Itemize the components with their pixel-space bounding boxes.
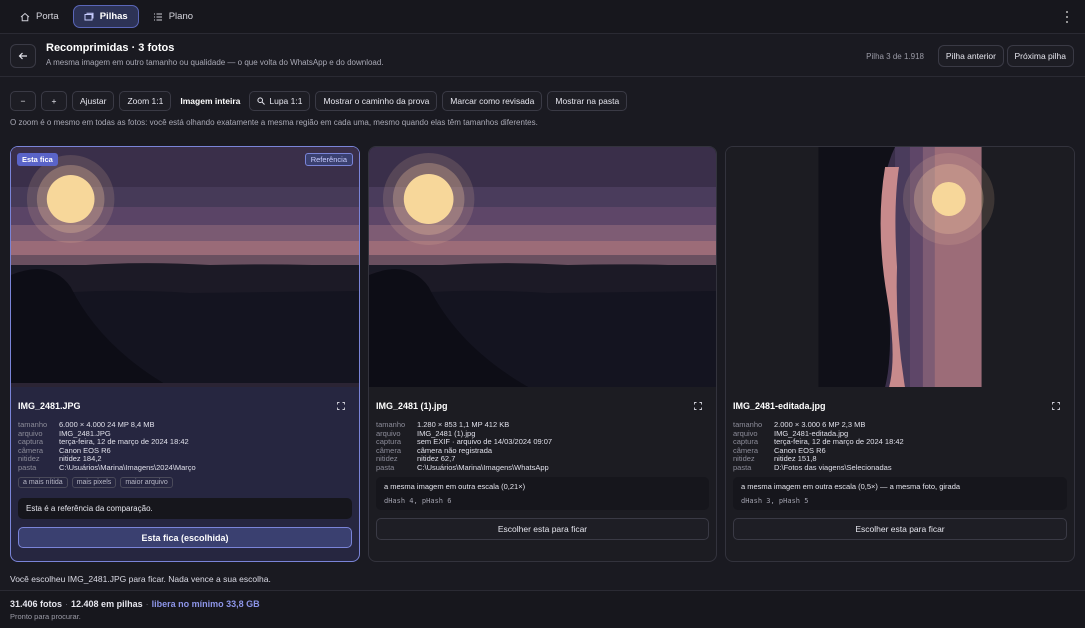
tag: a mais nítida: [18, 477, 68, 488]
photo-preview-2[interactable]: [369, 147, 716, 387]
whole-image-toggle[interactable]: Imagem inteira: [176, 96, 244, 106]
nav-porta-label: Porta: [36, 11, 59, 22]
photo-card-1[interactable]: Esta fica Referência IMG_2481.JPG tamanh…: [10, 146, 360, 562]
show-proof-button[interactable]: Mostrar o caminho da prova: [315, 91, 438, 111]
reference-badge: Referência: [304, 153, 353, 166]
space-freed: libera no mínimo 33,8 GB: [151, 599, 260, 609]
nav-pilhas-label: Pilhas: [99, 11, 128, 22]
file-name: IMG_2481-editada.jpg: [733, 401, 826, 411]
expand-icon[interactable]: [694, 402, 702, 410]
magnifier-icon: [257, 97, 266, 105]
zoom-out-button[interactable]: −: [10, 91, 36, 111]
meta-key: pasta: [18, 462, 37, 472]
choice-status: Você escolheu IMG_2481.JPG para ficar. N…: [10, 574, 271, 584]
hash-text: dHash 3, pHash 5: [741, 497, 809, 505]
relation-box: a mesma imagem em outra escala (0,5×) — …: [733, 477, 1067, 510]
zoom-1to1-button[interactable]: Zoom 1:1: [119, 91, 172, 111]
meta-folder: D:\Fotos das viagens\Selecionadas: [774, 462, 892, 472]
stack-icon: [84, 12, 94, 20]
hash-text: dHash 4, pHash 6: [384, 497, 452, 505]
prev-stack-button[interactable]: Pilha anterior: [937, 45, 1004, 67]
relation-text: a mesma imagem em outra escala (0,21×): [384, 482, 526, 491]
photo-count: 31.406 fotos: [10, 599, 63, 609]
loupe-button[interactable]: Lupa 1:1: [249, 91, 311, 111]
home-icon: [20, 12, 30, 21]
view-toolbar: − + Ajustar Zoom 1:1 Imagem inteira Lupa…: [10, 91, 628, 111]
photo-preview-3[interactable]: [726, 147, 1074, 387]
top-nav: Porta Pilhas Plano: [0, 0, 1085, 34]
nav-plano-label: Plano: [168, 11, 194, 22]
keep-badge: Esta fica: [17, 153, 58, 166]
meta-key: pasta: [376, 462, 395, 472]
meta-folder: C:\Usuários\Marina\Imagens\WhatsApp: [417, 462, 549, 472]
photo-card-2[interactable]: IMG_2481 (1).jpg tamanho 1.280 × 853 1,1 …: [368, 146, 717, 562]
stacked-count: 12.408 em pilhas: [71, 599, 143, 609]
loupe-label: Lupa 1:1: [269, 96, 303, 106]
mark-reviewed-button[interactable]: Marcar como revisada: [442, 91, 543, 111]
show-in-folder-button[interactable]: Mostrar na pasta: [547, 91, 628, 111]
stack-header: Recomprimidas · 3 fotos A mesma imagem e…: [0, 35, 1085, 77]
more-menu-icon[interactable]: [1065, 11, 1069, 23]
expand-icon[interactable]: [337, 402, 345, 410]
zoom-note: O zoom é o mesmo em todas as fotos: você…: [10, 118, 538, 127]
nav-plano[interactable]: Plano: [143, 5, 203, 28]
quality-tags: a mais nítida mais pixels maior arquivo: [18, 477, 173, 488]
metadata-list: tamanho 1.280 × 853 1,1 MP 412 KB arquivo…: [376, 420, 552, 473]
status-bar: 31.406 fotos · 12.408 em pilhas · libera no …: [0, 590, 1085, 628]
meta-folder: C:\Usuários\Marina\Imagens\2024\Março: [59, 462, 196, 472]
nav-pilhas[interactable]: Pilhas: [72, 5, 139, 28]
arrow-left-icon: [18, 52, 27, 60]
metadata-list: tamanho 2.000 × 3.000 6 MP 2,3 MB arquivo…: [733, 420, 904, 473]
reference-note: Esta é a referência da comparação.: [18, 498, 352, 519]
photo-preview-1[interactable]: Esta fica Referência: [11, 147, 359, 387]
ready-status: Pronto para procurar.: [10, 612, 81, 621]
next-stack-button[interactable]: Próxima pilha: [1006, 45, 1074, 67]
zoom-in-button[interactable]: +: [41, 91, 67, 111]
fit-button[interactable]: Ajustar: [72, 91, 115, 111]
list-icon: [153, 13, 162, 20]
page-subtitle: A mesma imagem em outro tamanho ou quali…: [46, 58, 384, 67]
library-summary: 31.406 fotos · 12.408 em pilhas · libera no …: [10, 599, 260, 609]
photo-card-3[interactable]: IMG_2481-editada.jpg tamanho 2.000 × 3.00…: [725, 146, 1075, 562]
tag: maior arquivo: [120, 477, 173, 488]
file-name: IMG_2481.JPG: [18, 401, 81, 411]
expand-icon[interactable]: [1052, 402, 1060, 410]
relation-box: a mesma imagem em outra escala (0,21×) d…: [376, 477, 709, 510]
page-title: Recomprimidas · 3 fotos: [46, 42, 175, 54]
keep-chosen-button[interactable]: Esta fica (escolhida): [18, 527, 352, 548]
metadata-list: tamanho 6.000 × 4.000 24 MP 8,4 MB arquiv…: [18, 420, 196, 473]
relation-text: a mesma imagem em outra escala (0,5×) — …: [741, 482, 961, 491]
meta-key: pasta: [733, 462, 752, 472]
stack-counter: Pilha 3 de 1.918: [866, 52, 924, 61]
tag: mais pixels: [71, 477, 117, 488]
choose-keep-button[interactable]: Escolher esta para ficar: [733, 518, 1067, 540]
choose-keep-button[interactable]: Escolher esta para ficar: [376, 518, 709, 540]
file-name: IMG_2481 (1).jpg: [376, 401, 448, 411]
back-button[interactable]: [10, 44, 36, 68]
nav-porta[interactable]: Porta: [10, 5, 69, 28]
